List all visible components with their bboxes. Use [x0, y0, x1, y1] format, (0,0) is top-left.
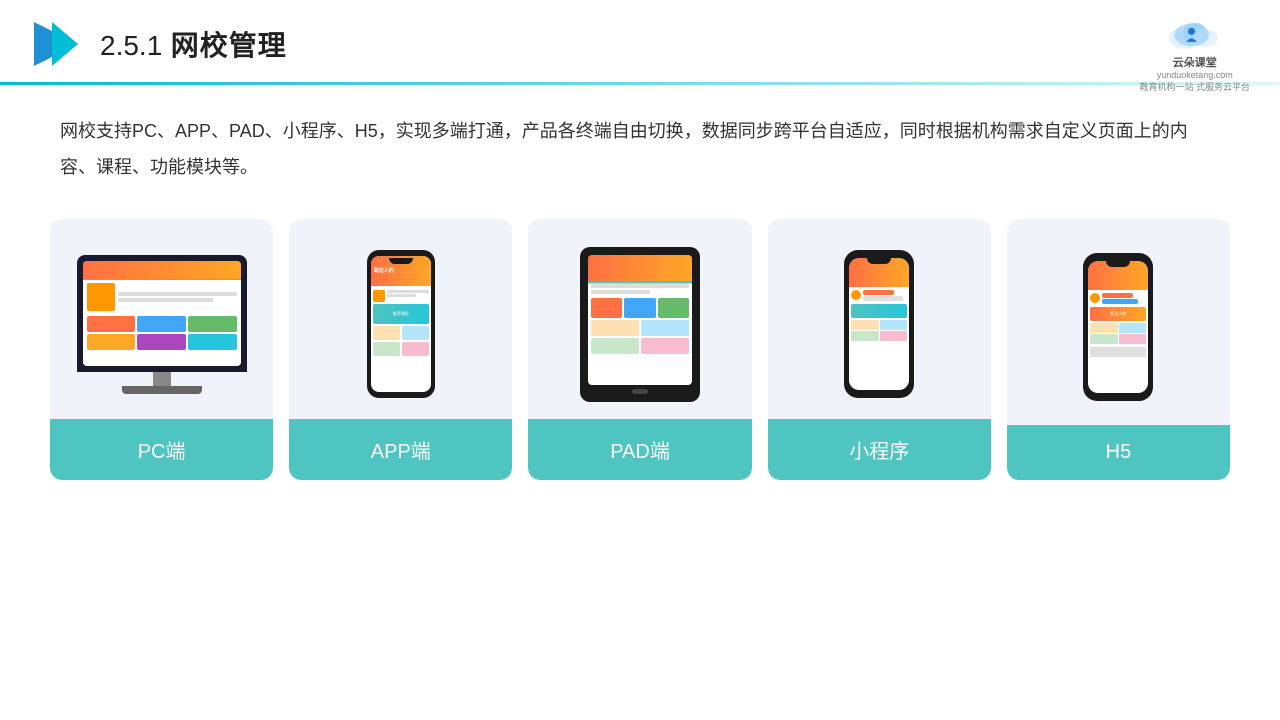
app-label: APP端: [289, 419, 512, 480]
brand-name: 云朵课堂: [1173, 54, 1217, 70]
tablet-home-button: [632, 389, 648, 394]
app-mockup: 职达人的 推荐课程: [357, 219, 445, 419]
brand-logo-icon: [1160, 14, 1230, 54]
app-phone: 职达人的 推荐课程: [367, 250, 435, 398]
device-cards-container: PC端 职达人的: [0, 195, 1280, 500]
page-title: 2.5.1 网校管理: [100, 24, 287, 64]
h5-phone-notch: [1106, 261, 1130, 267]
h5-card: 职达人的 H5: [1007, 219, 1230, 480]
brand-logo: 云朵课堂 yunduoketang.com 教育机构一站 式服务云平台: [1139, 14, 1250, 93]
phone-notch: [389, 258, 413, 264]
h5-mockup: 职达人的: [1073, 219, 1163, 425]
miniprogram-label: 小程序: [768, 419, 991, 480]
h5-screen-content: 职达人的: [1088, 290, 1148, 393]
pc-monitor: [77, 255, 247, 394]
description-content: 网校支持PC、APP、PAD、小程序、H5，实现多端打通，产品各终端自由切换，数…: [60, 113, 1220, 185]
tablet: [580, 247, 700, 402]
brand-url: yunduoketang.com: [1157, 70, 1233, 80]
mini-phone: [844, 250, 914, 398]
miniprogram-mockup: [834, 219, 924, 419]
page-header: 2.5.1 网校管理 云朵课堂 yunduoketang.com 教育机构一站 …: [0, 0, 1280, 70]
miniprogram-card: 小程序: [768, 219, 991, 480]
pc-mockup: [67, 219, 257, 419]
app-card: 职达人的 推荐课程: [289, 219, 512, 480]
mini-phone-notch: [867, 258, 891, 264]
pc-card: PC端: [50, 219, 273, 480]
pad-label: PAD端: [528, 419, 751, 480]
brand-tagline: 教育机构一站 式服务云平台: [1139, 80, 1250, 93]
logo-icon: [30, 18, 82, 70]
description-text: 网校支持PC、APP、PAD、小程序、H5，实现多端打通，产品各终端自由切换，数…: [0, 85, 1280, 195]
pad-mockup: [570, 219, 710, 419]
h5-phone-screen: 职达人的: [1088, 261, 1148, 393]
mini-screen-content: [849, 287, 909, 390]
tablet-screen: [588, 255, 692, 385]
h5-label: H5: [1007, 425, 1230, 480]
pad-card: PAD端: [528, 219, 751, 480]
pc-label: PC端: [50, 419, 273, 480]
mini-phone-screen: [849, 258, 909, 390]
h5-phone: 职达人的: [1083, 253, 1153, 401]
